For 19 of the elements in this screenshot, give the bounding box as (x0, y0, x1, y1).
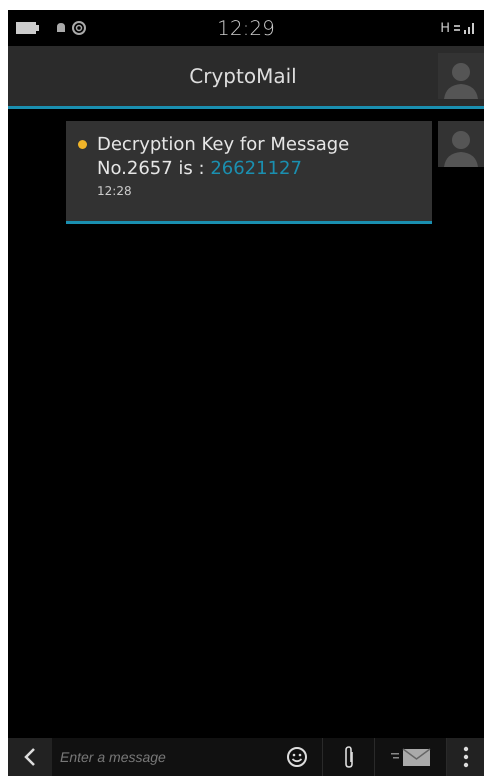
envelope-icon (390, 747, 430, 767)
menu-button[interactable] (446, 738, 484, 776)
status-time: 12:29 (216, 16, 276, 40)
back-button[interactable] (8, 738, 52, 776)
message-input[interactable]: Enter a message (52, 738, 272, 776)
paperclip-icon (342, 745, 354, 769)
app-title: CryptoMail (188, 64, 298, 88)
message-card[interactable]: Decryption Key for Message No.2657 is : 26621127 12:28 (66, 121, 432, 224)
message-time: 12:28 (97, 184, 133, 198)
message-text: Decryption Key for Message No.2657 is : 26621127 (97, 133, 350, 181)
battery-icon (16, 22, 40, 34)
attach-button[interactable] (322, 738, 374, 776)
send-button[interactable] (374, 738, 446, 776)
smiley-icon (286, 746, 308, 768)
emoji-button[interactable] (272, 738, 322, 776)
signal-icon (454, 22, 476, 34)
network-type: H (440, 20, 450, 36)
menu-icon (462, 746, 468, 768)
back-icon (24, 747, 36, 767)
